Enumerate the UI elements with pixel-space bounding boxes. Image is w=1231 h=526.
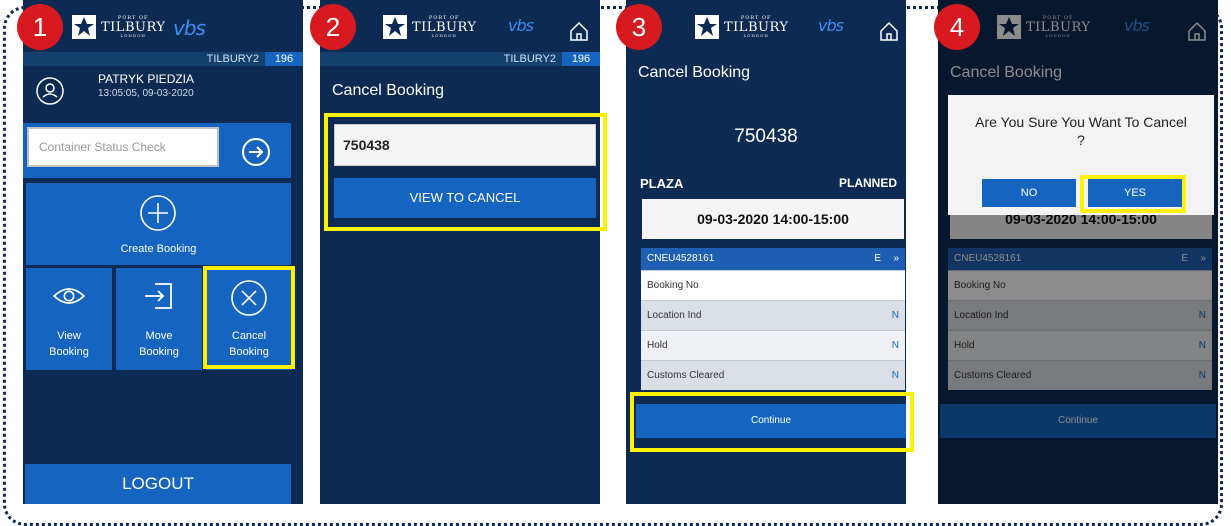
terminal-bar: TILBURY2 196 — [320, 52, 600, 66]
app-header: PORT OF TILBURY LONDON vbs — [626, 0, 906, 52]
user-timestamp: 13:05:05, 09-03-2020 — [98, 88, 194, 99]
step-badge-2: 2 — [310, 4, 356, 50]
terminal-name: TILBURY2 — [206, 53, 259, 65]
crest-icon — [383, 15, 407, 39]
vbs-logo: vbs — [173, 16, 206, 40]
page-title: Cancel Booking — [638, 64, 751, 81]
container-id: CNEU4528161 — [647, 253, 715, 264]
highlight-yes — [1080, 175, 1186, 213]
user-name: PATRYK PIEDZIA — [98, 72, 195, 86]
logout-button[interactable]: LOGOUT — [25, 464, 291, 504]
view-booking-tile[interactable]: View Booking — [26, 268, 112, 370]
port-of-tilbury-logo: PORT OF TILBURY LONDON — [71, 14, 165, 40]
dialog-question: Are You Sure You Want To Cancel ? — [975, 114, 1187, 148]
slot-date: 09-03-2020 14:00-15:00 — [642, 199, 904, 239]
app-header: PORT OF TILBURY LONDON vbs — [23, 0, 303, 52]
vbs-logo: vbs — [508, 16, 534, 35]
home-icon[interactable] — [878, 20, 900, 42]
port-of-tilbury-logo: PORT OF TILBURY LONDON — [694, 14, 788, 40]
plus-circle-icon — [140, 195, 176, 231]
user-avatar-icon — [36, 77, 64, 105]
crest-icon — [695, 15, 719, 39]
vbs-logo: vbs — [818, 16, 844, 35]
row-location-ind: Location Ind N — [641, 300, 905, 330]
screen-cancel-confirm: PORT OF TILBURY LONDON vbs Cancel Booking … — [938, 0, 1218, 504]
location-label: PLAZA — [640, 176, 684, 191]
screen-cancel-search: PORT OF TILBURY LONDON vbs TILBURY2 196 Ca… — [320, 0, 600, 504]
row-booking-no: Booking No — [641, 270, 905, 300]
eye-icon — [52, 288, 86, 304]
row-customs-cleared: Customs Cleared N — [641, 360, 905, 390]
container-status-input[interactable]: Container Status Check — [27, 127, 219, 167]
container-header[interactable]: CNEU4528161 E » — [641, 248, 905, 270]
step-badge-1: 1 — [17, 4, 63, 50]
booking-number: 750438 — [734, 126, 798, 147]
view-label-1: View — [57, 330, 81, 342]
row-hold: Hold N — [641, 330, 905, 360]
no-button[interactable]: NO — [982, 179, 1076, 207]
highlight-cancel-tile — [203, 266, 295, 369]
terminal-bar: TILBURY2 196 — [23, 52, 303, 66]
move-label-2: Booking — [139, 346, 179, 358]
create-booking-label: Create Booking — [120, 243, 197, 255]
chevron-right-icon: » — [893, 253, 899, 264]
container-status-bar: Container Status Check — [23, 123, 291, 178]
view-label-2: Booking — [49, 346, 89, 358]
container-card: CNEU4528161 E » Booking No Location Ind N… — [641, 248, 905, 390]
highlight-continue — [630, 392, 914, 452]
move-booking-tile[interactable]: Move Booking — [116, 268, 202, 370]
move-label-1: Move — [145, 330, 173, 342]
container-type: E — [874, 253, 881, 264]
terminal-number: 196 — [562, 52, 600, 66]
app-header: PORT OF TILBURY LONDON vbs — [320, 0, 600, 52]
login-arrow-icon — [145, 283, 172, 309]
page-title: Cancel Booking — [332, 82, 445, 99]
highlight-search — [324, 113, 607, 231]
terminal-name: TILBURY2 — [503, 53, 556, 65]
home-icon[interactable] — [568, 20, 590, 42]
step-badge-4: 4 — [934, 4, 980, 50]
status-label: PLANNED — [839, 176, 898, 190]
arrow-right-circle-icon[interactable] — [241, 137, 271, 167]
step-badge-3: 3 — [616, 4, 662, 50]
crest-icon — [72, 15, 96, 39]
modal-overlay — [938, 0, 1218, 504]
terminal-number: 196 — [265, 52, 303, 66]
port-of-tilbury-logo: PORT OF TILBURY LONDON — [382, 14, 476, 40]
create-booking-tile[interactable]: Create Booking — [26, 183, 291, 265]
